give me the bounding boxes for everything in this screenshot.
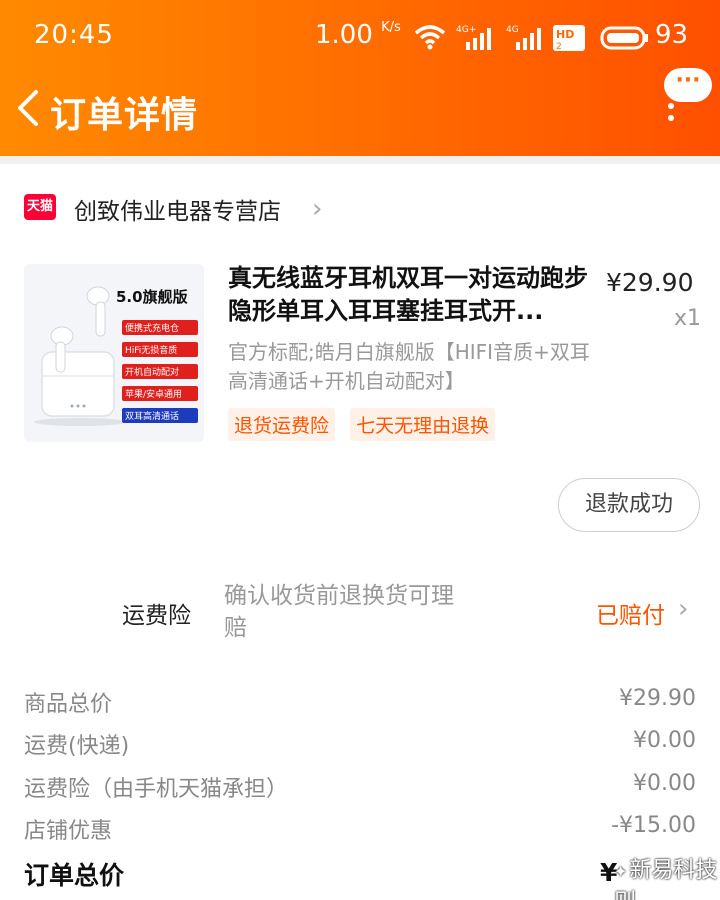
product-quantity: x1 [674, 306, 702, 331]
summary-row: 运费(快递) ¥0.00 [24, 728, 696, 764]
product-sku: 官方标配;皓月白旗舰版【HIFI音质+双耳高清通话+开机自动配对】 [228, 340, 590, 393]
summary-value: ¥29.90 [619, 686, 696, 711]
summary-value: ¥0.00 [633, 771, 696, 796]
summary-row: 运费险（由手机天猫承担） ¥0.00 [24, 771, 696, 807]
store-row[interactable]: 天猫 创致伟业电器专营店 › [0, 164, 720, 250]
network-speed: 1.00 K/s [315, 20, 401, 50]
summary-label: 运费险（由手机天猫承担） [24, 777, 289, 802]
insurance-desc: 确认收货前退换货可理赔 [224, 583, 454, 641]
chevron-right-icon: › [312, 194, 323, 224]
more-button[interactable]: ··· [664, 68, 712, 102]
status-time: 20:45 [34, 20, 114, 50]
page-title: 订单详情 [50, 95, 199, 136]
tmall-logo: 天猫 [24, 194, 56, 220]
watermark-text: 新易科技则 [614, 858, 718, 900]
thumb-badge: 5.0旗舰版 [116, 288, 188, 306]
feature-tag: 双耳高清通话 [122, 408, 198, 423]
insurance-label: 运费险 [122, 603, 191, 629]
hd-icon: HD 2 [553, 25, 585, 52]
feature-tag: HiFi无损音质 [122, 342, 198, 357]
svg-text:4G+: 4G+ [456, 25, 476, 35]
summary-value: -¥15.00 [611, 813, 696, 838]
summary-value: ¥0.00 [633, 728, 696, 753]
status-bar: 20:45 1.00 K/s 4G+ 4G HD 2 93 [0, 20, 720, 60]
product-thumbnail[interactable]: 5.0旗舰版 便携式充电仓 HiFi无损音质 开机自动配对 苹果/安卓通用 双耳… [24, 264, 204, 442]
svg-text:2: 2 [556, 42, 562, 52]
store-name[interactable]: 创致伟业电器专营店 [74, 192, 281, 226]
summary-label: 店铺优惠 [24, 819, 113, 844]
service-tag: 七天无理由退换 [350, 408, 496, 441]
service-tag: 退货运费险 [228, 408, 336, 441]
signal-4g-icon: 4G+ [456, 25, 491, 50]
insurance-status[interactable]: 已赔付 [596, 596, 665, 630]
product-price: ¥29.90 [606, 268, 694, 297]
svg-text:HD: HD [556, 28, 574, 41]
divider [0, 156, 720, 164]
chevron-right-icon[interactable]: › [678, 594, 688, 624]
summary-row: 店铺优惠 -¥15.00 [24, 813, 696, 849]
service-tags: 退货运费险 七天无理由退换 [228, 408, 505, 441]
speed-value: 1.00 [315, 20, 373, 50]
battery-icon [600, 26, 648, 50]
refund-status-button[interactable]: 退款成功 [558, 478, 700, 532]
product-card[interactable]: 5.0旗舰版 便携式充电仓 HiFi无损音质 开机自动配对 苹果/安卓通用 双耳… [0, 250, 720, 450]
speed-unit: K/s [381, 20, 401, 35]
feature-tag: 苹果/安卓通用 [122, 386, 198, 401]
signal-4g-icon: 4G [506, 25, 541, 50]
feature-list: 便携式充电仓 HiFi无损音质 开机自动配对 苹果/安卓通用 双耳高清通话 [122, 320, 198, 423]
product-title[interactable]: 真无线蓝牙耳机双耳一对运动跑步隐形单耳入耳耳塞挂耳式开... [228, 262, 594, 328]
summary-row: 商品总价 ¥29.90 [24, 686, 696, 722]
svg-text:4G: 4G [506, 25, 519, 35]
feature-tag: 便携式充电仓 [122, 320, 198, 335]
wifi-icon [414, 25, 446, 50]
summary-label: 运费(快递) [24, 734, 130, 759]
app-header: 20:45 1.00 K/s 4G+ 4G HD 2 93 订单详情 ··· [0, 0, 720, 156]
battery-level: 93 [655, 20, 689, 50]
wechat-icon: ✦ [614, 862, 628, 881]
more-icon[interactable] [668, 103, 674, 127]
watermark: ✦新易科技则 [614, 852, 720, 900]
feature-tag: 开机自动配对 [122, 364, 198, 379]
back-arrow-icon[interactable] [12, 88, 48, 128]
order-total-label: 订单总价 [24, 861, 125, 890]
summary-label: 商品总价 [24, 692, 113, 717]
